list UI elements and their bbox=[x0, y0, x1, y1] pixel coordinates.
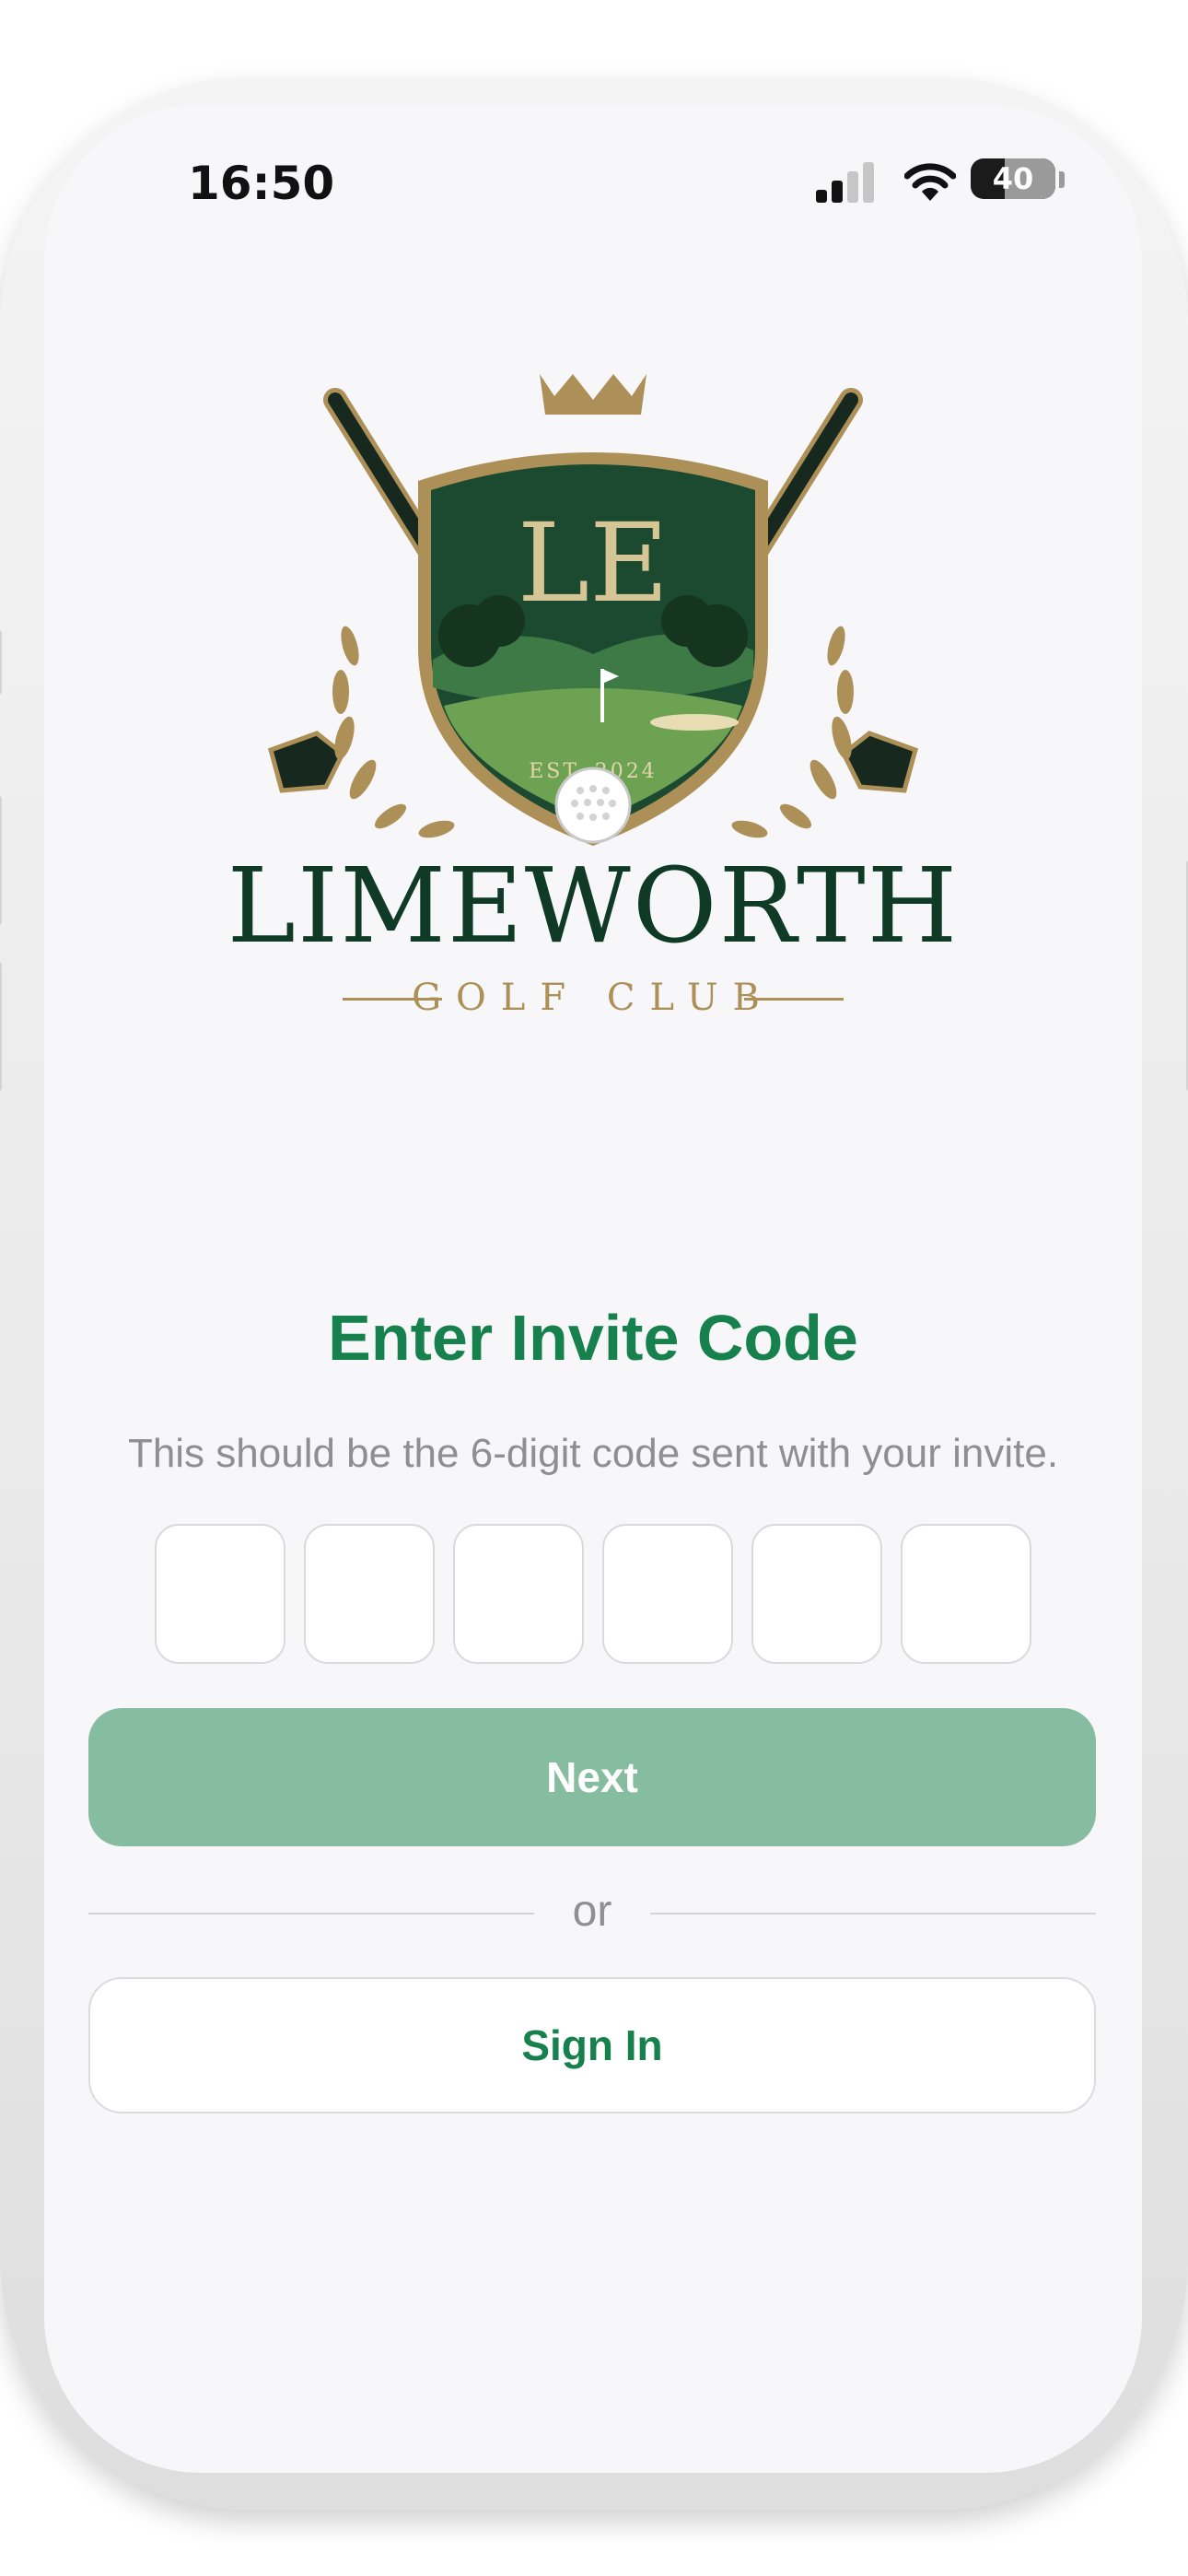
brand-subtitle: GOLF CLUB bbox=[412, 977, 775, 1019]
sign-in-button[interactable]: Sign In bbox=[88, 1977, 1096, 2113]
brand-subtitle-row: GOLF CLUB bbox=[179, 975, 1007, 1021]
status-icons: 40 bbox=[816, 151, 1092, 216]
invite-code-input bbox=[155, 1524, 1031, 1666]
battery-level: 40 bbox=[992, 161, 1034, 196]
or-label: or bbox=[572, 1887, 612, 1936]
club-logo: LE EST. 2024 LIMEWORTH GOLF CLUB bbox=[179, 374, 1007, 1093]
battery-nub bbox=[1059, 171, 1065, 188]
battery-icon: 40 bbox=[971, 158, 1055, 199]
page-title: Enter Invite Code bbox=[328, 1302, 858, 1374]
brand-name: LIMEWORTH bbox=[227, 847, 960, 966]
code-digit-4[interactable] bbox=[602, 1524, 733, 1664]
code-digit-5[interactable] bbox=[751, 1524, 882, 1664]
code-digit-6[interactable] bbox=[901, 1524, 1031, 1664]
code-digit-3[interactable] bbox=[453, 1524, 584, 1664]
volume-down-button bbox=[0, 962, 2, 1091]
code-digit-2[interactable] bbox=[304, 1524, 435, 1664]
action-button bbox=[0, 630, 2, 695]
divider-right bbox=[650, 1913, 1096, 1914]
wifi-icon bbox=[903, 162, 957, 203]
divider-left bbox=[88, 1913, 534, 1914]
volume-up-button bbox=[0, 796, 2, 925]
brand-rule-right bbox=[744, 998, 844, 1001]
next-button[interactable]: Next bbox=[88, 1708, 1096, 1846]
crest-monogram: LE bbox=[518, 499, 670, 626]
crest-emblem: LE EST. 2024 bbox=[267, 374, 919, 846]
status-time: 16:50 bbox=[188, 157, 335, 210]
signal-icon bbox=[816, 162, 875, 203]
code-digit-1[interactable] bbox=[155, 1524, 285, 1664]
app-screen: 16:50 40 LE EST. 2024 LIMEWORTH GOLF CLU… bbox=[44, 105, 1142, 2473]
page-description: This should be the 6-digit code sent wit… bbox=[127, 1431, 1059, 1476]
